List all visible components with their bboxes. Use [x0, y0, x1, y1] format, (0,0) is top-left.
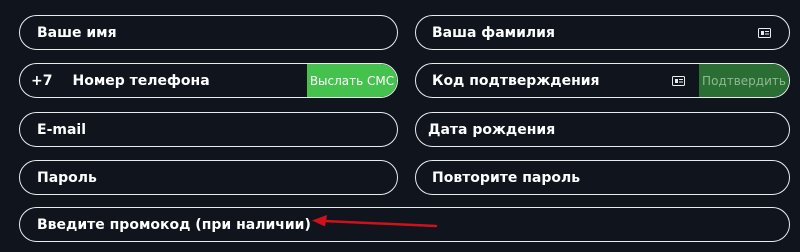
email-field[interactable]: E-mail: [19, 112, 398, 147]
email-placeholder: E-mail: [37, 121, 87, 138]
birth-date-placeholder: Дата рождения: [428, 121, 556, 138]
phone-field[interactable]: +7 Номер телефона Выслать СМС: [19, 63, 398, 98]
phone-country-code: +7: [31, 72, 53, 89]
last-name-field[interactable]: Ваша фамилия: [415, 15, 790, 50]
password-repeat-placeholder: Повторите пароль: [432, 169, 581, 186]
red-arrow-icon: [312, 215, 438, 228]
confirmation-code-field[interactable]: Код подтверждения Подтвердить: [415, 63, 790, 98]
confirm-code-button[interactable]: Подтвердить: [699, 64, 789, 97]
password-placeholder: Пароль: [37, 169, 97, 186]
last-name-placeholder: Ваша фамилия: [432, 24, 555, 41]
promo-code-placeholder: Введите промокод (при наличии): [37, 216, 311, 233]
send-sms-button[interactable]: Выслать СМС: [307, 64, 397, 97]
first-name-field[interactable]: Ваше имя: [19, 15, 398, 50]
password-field[interactable]: Пароль: [19, 160, 398, 195]
id-card-icon: [758, 28, 771, 38]
first-name-placeholder: Ваше имя: [37, 24, 117, 41]
confirmation-code-placeholder: Код подтверждения: [432, 72, 600, 89]
password-repeat-field[interactable]: Повторите пароль: [415, 160, 790, 195]
phone-placeholder: Номер телефона: [72, 72, 210, 89]
birth-date-field[interactable]: Дата рождения: [415, 112, 790, 147]
id-card-icon: [672, 76, 685, 86]
